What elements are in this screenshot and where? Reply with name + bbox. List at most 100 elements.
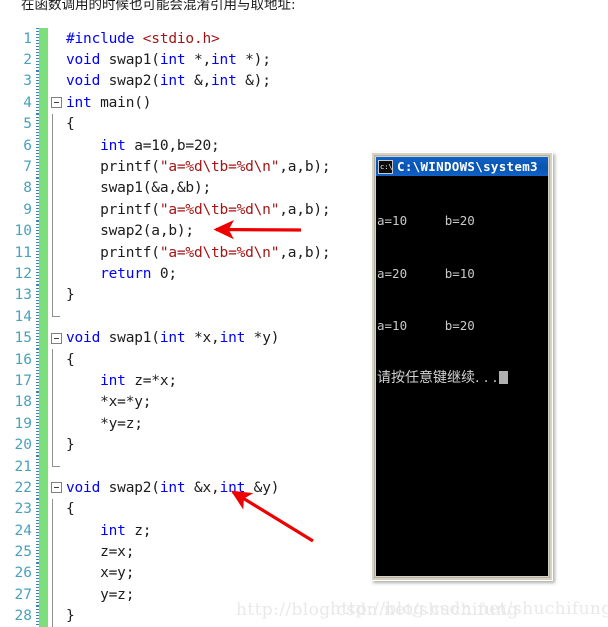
line-number: 15	[14, 330, 32, 347]
code-text: y=z;	[66, 586, 135, 603]
line-number: 9	[23, 201, 32, 218]
code-text: return 0;	[100, 265, 177, 282]
line-number: 27	[14, 586, 32, 603]
console-press-any-key-prompt: 请按任意键继续. . .	[377, 370, 548, 388]
line-number: 21	[14, 458, 32, 475]
fold-guide-line	[52, 156, 53, 178]
line-number: 10	[14, 223, 32, 240]
code-text: #include <stdio.h>	[66, 30, 220, 47]
gutter-change-bar	[39, 220, 48, 242]
console-output-area: a=10 b=20 a=20 b=10 a=10 b=20 请按任意键继续. .…	[376, 176, 548, 576]
code-text: *x=*y;	[66, 394, 152, 411]
fold-guide-line	[52, 434, 53, 456]
fold-guide-line	[52, 177, 53, 200]
fold-guide-line	[52, 498, 53, 520]
code-text: int z;	[100, 522, 152, 539]
line-number: 5	[23, 116, 32, 133]
code-text: void swap1(int *,int *);	[66, 52, 271, 69]
gutter-change-bar	[39, 49, 48, 71]
gutter-change-bar	[39, 284, 48, 307]
gutter-change-bar	[39, 134, 48, 157]
code-text: z=x;	[66, 544, 135, 561]
intro-paragraph: 在函数调用的时候也可能会混淆引用与取地址:	[21, 0, 296, 13]
code-text: int z=*x;	[100, 372, 177, 389]
line-number: 1	[23, 30, 32, 47]
line-number: 17	[14, 372, 32, 389]
console-window-icon	[378, 159, 393, 174]
console-title-text: C:\WINDOWS\system3	[397, 159, 538, 174]
gutter-change-bar	[39, 605, 48, 627]
fold-guide-line	[52, 348, 53, 371]
fold-box-glyph	[50, 332, 62, 344]
line-number: 2	[23, 52, 32, 69]
fold-guide-line	[52, 605, 53, 627]
fold-guide-line	[52, 541, 53, 563]
gutter-change-bar	[39, 241, 48, 264]
gutter-change-bar	[39, 541, 48, 563]
line-number: 14	[14, 308, 32, 325]
console-titlebar[interactable]: C:\WINDOWS\system3	[376, 157, 548, 176]
fold-collapse-icon[interactable]	[47, 477, 65, 498]
code-text: printf("a=%d\tb=%d\n",a,b);	[66, 201, 331, 218]
line-number: 4	[23, 94, 32, 111]
gutter-change-bar	[39, 519, 48, 542]
gutter-change-bar	[39, 455, 48, 478]
code-text: int a=10,b=20;	[100, 137, 220, 154]
fold-collapse-icon[interactable]	[47, 92, 65, 113]
gutter-change-bar	[39, 156, 48, 178]
code-line[interactable]: 5{	[0, 113, 608, 135]
gutter-change-bar	[39, 562, 48, 585]
line-number: 22	[14, 479, 32, 496]
code-text: printf("a=%d\tb=%d\n",a,b);	[66, 244, 331, 261]
line-number: 20	[14, 437, 32, 454]
code-text: void swap2(int &x,int &y)	[66, 479, 280, 496]
console-output-line: a=10 b=20	[377, 318, 475, 333]
code-text: x=y;	[66, 565, 135, 582]
gutter-change-bar	[39, 113, 48, 135]
gutter-change-bar	[39, 391, 48, 414]
line-number: 26	[14, 565, 32, 582]
code-line[interactable]: 4 int main()	[0, 92, 608, 114]
gutter-change-bar	[39, 263, 48, 285]
fold-guide-line	[52, 519, 53, 542]
fold-guide-line	[52, 284, 53, 307]
fold-guide-line	[52, 584, 53, 606]
fold-guide-end	[52, 455, 60, 467]
code-line[interactable]: 3 void swap2(int &,int &);	[0, 70, 608, 93]
console-frame: C:\WINDOWS\system3 a=10 b=20 a=20 b=10 a…	[374, 155, 550, 578]
line-number: 18	[14, 394, 32, 411]
line-number: 19	[14, 415, 32, 432]
gutter-change-bar	[39, 28, 48, 50]
line-number: 7	[23, 159, 32, 176]
fold-guide-end	[52, 306, 60, 317]
line-number: 6	[23, 137, 32, 154]
console-cursor	[499, 370, 509, 384]
line-number: 11	[14, 244, 32, 261]
gutter-change-bar	[39, 177, 48, 200]
line-number: 23	[14, 501, 32, 518]
fold-box-glyph	[50, 482, 62, 494]
fold-guide-line	[52, 370, 53, 392]
fold-guide-line	[52, 391, 53, 414]
fold-collapse-icon[interactable]	[47, 327, 65, 348]
line-number: 3	[23, 73, 32, 90]
gutter-change-bar	[39, 199, 48, 221]
fold-guide-line	[52, 263, 53, 285]
gutter-change-bar	[39, 434, 48, 456]
line-number: 8	[23, 180, 32, 197]
fold-guide-line	[52, 413, 53, 435]
line-number: 24	[14, 522, 32, 539]
fold-guide-line	[52, 220, 53, 242]
gutter-change-bar	[39, 70, 48, 93]
console-window[interactable]: C:\WINDOWS\system3 a=10 b=20 a=20 b=10 a…	[371, 152, 553, 581]
code-line[interactable]: 1 #include <stdio.h>	[0, 28, 608, 50]
gutter-change-bar	[39, 413, 48, 435]
console-output-line: a=20 b=10	[377, 265, 475, 281]
code-text: swap1(&a,&b);	[66, 180, 212, 197]
line-number: 28	[14, 608, 32, 625]
line-number: 25	[14, 544, 32, 561]
gutter-change-bar	[39, 498, 48, 520]
fold-guide-line	[52, 562, 53, 585]
fold-box-glyph	[50, 97, 62, 109]
code-line[interactable]: 2 void swap1(int *,int *);	[0, 49, 608, 71]
